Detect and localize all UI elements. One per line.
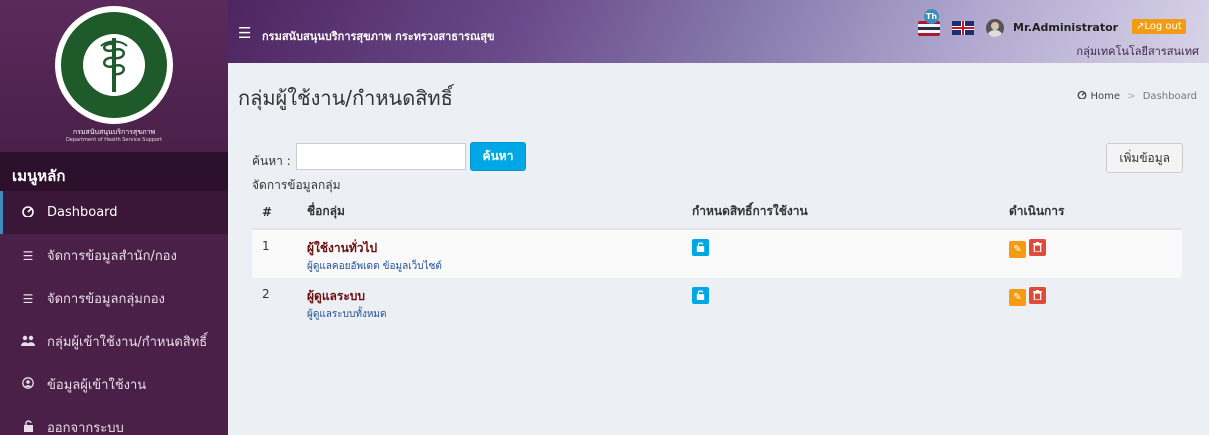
menu-header: เมนูหลัก xyxy=(0,153,228,191)
breadcrumb: Home > Dashboard xyxy=(1077,90,1197,102)
sidebar-item-label: ข้อมูลผู้เข้าใช้งาน xyxy=(47,378,147,393)
table-header-row: # ชื่อกลุ่ม กำหนดสิทธิ์การใช้งาน ดำเนินก… xyxy=(252,195,1182,230)
col-header-actions: ดำเนินการ xyxy=(999,195,1182,230)
permission-button[interactable] xyxy=(692,287,709,304)
group-table: # ชื่อกลุ่ม กำหนดสิทธิ์การใช้งาน ดำเนินก… xyxy=(252,195,1182,327)
language-badge: Th xyxy=(924,9,939,24)
page-title: กลุ่มผู้ใช้งาน/กำหนดสิทธิ์ xyxy=(238,86,453,110)
sidebar-item-group-division[interactable]: ☰ จัดการข้อมูลกลุ่มกอง xyxy=(0,277,228,320)
sidebar-item-label: จัดการข้อมูลสำนัก/กอง xyxy=(47,249,177,264)
users-icon xyxy=(19,335,37,349)
section-label: จัดการข้อมูลกลุ่ม xyxy=(252,178,341,192)
user-circle-icon xyxy=(19,377,37,392)
breadcrumb-home[interactable]: Home xyxy=(1090,91,1120,102)
sidebar-item-dashboard[interactable]: Dashboard xyxy=(0,191,228,234)
user-group: กลุ่มเทคโนโลยีสารสนเทศ xyxy=(1076,45,1199,58)
delete-button[interactable] xyxy=(1029,287,1046,304)
site-title: กรมสนับสนุนบริการสุขภาพ กระทรวงสาธารณสุข xyxy=(262,30,495,43)
list-icon: ☰ xyxy=(22,291,34,306)
sidebar-item-division[interactable]: ☰ จัดการข้อมูลสำนัก/กอง xyxy=(0,234,228,277)
org-sub: Department of Health Service Support xyxy=(65,137,163,143)
logo-area: กรมสนับสนุนบริการสุขภาพ Department of He… xyxy=(0,0,228,153)
main-content: กลุ่มผู้ใช้งาน/กำหนดสิทธิ์ Home > Dashbo… xyxy=(228,63,1209,435)
sidebar-item-label: ออกจากระบบ xyxy=(47,421,124,435)
table-row: 1 ผู้ใช้งานทั่วไป ผู้ดูแลคอยอัพเดต ข้อมู… xyxy=(252,229,1182,278)
sidebar-item-label: กลุ่มผู้เข้าใช้งาน/กำหนดสิทธิ์ xyxy=(47,335,208,350)
top-navbar: ☰ กรมสนับสนุนบริการสุขภาพ กระทรวงสาธารณส… xyxy=(228,0,1209,63)
edit-button[interactable]: ✎ xyxy=(1009,241,1026,258)
row-number: 1 xyxy=(252,229,297,278)
trash-icon xyxy=(1033,290,1042,301)
col-header-number: # xyxy=(252,195,297,230)
sidebar-item-user-groups[interactable]: กลุ่มผู้เข้าใช้งาน/กำหนดสิทธิ์ xyxy=(0,320,228,363)
permission-button[interactable] xyxy=(692,239,709,256)
sidebar-item-label: Dashboard xyxy=(47,205,118,220)
edit-button[interactable]: ✎ xyxy=(1009,289,1026,306)
trash-icon xyxy=(1033,242,1042,253)
org-name: กรมสนับสนุนบริการสุขภาพ xyxy=(72,128,156,136)
pencil-icon: ✎ xyxy=(1013,292,1022,303)
delete-button[interactable] xyxy=(1029,239,1046,256)
sidebar-item-label: จัดการข้อมูลกลุ่มกอง xyxy=(47,292,165,307)
sidebar-item-logout[interactable]: ออกจากระบบ xyxy=(0,406,228,435)
unlock-icon xyxy=(19,420,37,435)
sidebar: กรมสนับสนุนบริการสุขภาพ Department of He… xyxy=(0,0,228,435)
dashboard-icon xyxy=(1077,90,1090,102)
unlock-icon xyxy=(696,242,705,252)
breadcrumb-current: Dashboard xyxy=(1142,91,1197,102)
group-description: ผู้ดูแลระบบทั้งหมด xyxy=(307,309,387,320)
list-icon: ☰ xyxy=(22,248,34,263)
sidebar-item-users[interactable]: ข้อมูลผู้เข้าใช้งาน xyxy=(0,363,228,406)
unlock-icon xyxy=(696,290,705,300)
uk-flag-icon[interactable] xyxy=(952,21,974,35)
group-name: ผู้ดูแลระบบ xyxy=(307,289,366,303)
add-button[interactable]: เพิ่มข้อมูล xyxy=(1106,143,1183,173)
row-number: 2 xyxy=(252,278,297,327)
col-header-group-name: ชื่อกลุ่ม xyxy=(297,195,682,230)
logout-button[interactable]: ↗Log out xyxy=(1132,19,1186,34)
user-name[interactable]: Mr.Administrator xyxy=(1013,21,1118,34)
group-name: ผู้ใช้งานทั่วไป xyxy=(307,241,378,255)
group-description: ผู้ดูแลคอยอัพเดต ข้อมูลเว็บไซต์ xyxy=(307,261,442,272)
hamburger-icon[interactable]: ☰ xyxy=(238,24,251,42)
dashboard-icon xyxy=(19,205,37,220)
search-input[interactable] xyxy=(296,143,466,170)
avatar[interactable] xyxy=(986,19,1004,37)
table-row: 2 ผู้ดูแลระบบ ผู้ดูแลระบบทั้งหมด ✎ xyxy=(252,278,1182,327)
search-label: ค้นหา : xyxy=(252,154,291,168)
col-header-permission: กำหนดสิทธิ์การใช้งาน xyxy=(682,195,999,230)
ministry-logo xyxy=(55,6,173,124)
pencil-icon: ✎ xyxy=(1013,244,1022,255)
search-button[interactable]: ค้นหา xyxy=(470,142,526,171)
